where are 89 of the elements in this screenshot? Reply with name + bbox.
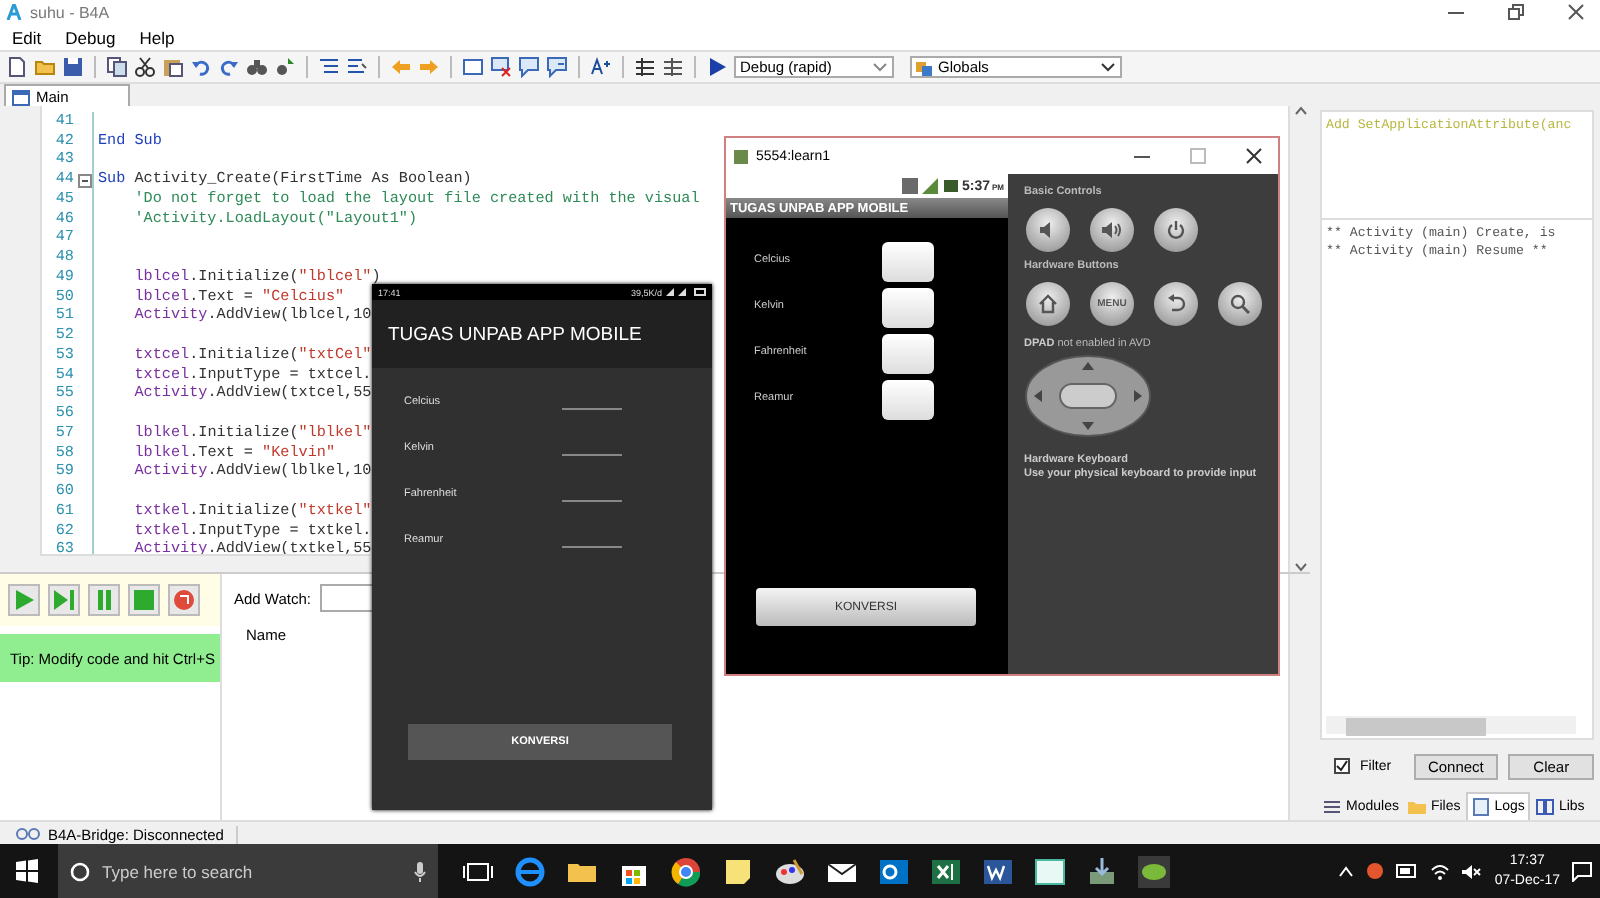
menu-item[interactable]: Edit (12, 27, 42, 47)
power-icon (1166, 220, 1186, 240)
fold-toggle-icon[interactable] (78, 173, 92, 188)
menu-item[interactable]: Help (139, 27, 175, 47)
browser-icon[interactable] (514, 855, 546, 887)
check-icon (1336, 760, 1348, 772)
paste-icon[interactable] (162, 56, 184, 78)
step-icon (54, 590, 74, 610)
app-logo-icon (6, 4, 22, 20)
battery-icon[interactable] (1396, 864, 1419, 878)
comment-lines-icon[interactable] (346, 56, 368, 78)
module-icon (916, 59, 932, 75)
caret-icon (872, 60, 888, 74)
menu-item[interactable]: Debug (65, 27, 116, 47)
indent-icon[interactable] (318, 56, 340, 78)
restart-icon (174, 590, 194, 610)
book-icon (1536, 797, 1555, 815)
cut-icon[interactable] (134, 56, 156, 78)
data-icon (901, 178, 918, 194)
app-title-bar: TUGAS UNPAB APP MOBILE (372, 300, 712, 368)
volume-up-button[interactable] (1090, 208, 1134, 252)
list-icon (1324, 797, 1342, 815)
app-tile-icon[interactable] (1034, 855, 1066, 887)
log-page-icon (1472, 798, 1491, 816)
search-button[interactable] (1218, 282, 1262, 326)
input-field[interactable] (882, 288, 934, 328)
close-icon[interactable] (1246, 148, 1262, 164)
battery-icon (941, 178, 958, 194)
download-icon[interactable] (1086, 855, 1118, 887)
emulator-app-icon (734, 149, 748, 163)
open-folder-icon[interactable] (34, 56, 56, 78)
input-field[interactable] (882, 380, 934, 420)
home-button[interactable] (1026, 282, 1070, 326)
close-icon[interactable] (1568, 4, 1584, 20)
wifi-icon[interactable] (1430, 863, 1451, 879)
bridge-icon (16, 826, 40, 842)
filter-checkbox[interactable] (1334, 758, 1350, 774)
new-file-icon[interactable] (6, 56, 28, 78)
android-device-icon[interactable] (1138, 855, 1170, 887)
home-icon (1038, 294, 1058, 314)
scrollbar-thumb[interactable] (1346, 718, 1486, 736)
back-button[interactable] (1154, 282, 1198, 326)
scroll-down-icon[interactable] (1293, 562, 1307, 572)
sticky-note-icon[interactable] (722, 855, 754, 887)
speaker-muted-icon[interactable] (1462, 863, 1483, 879)
restore-icon[interactable] (1508, 4, 1524, 20)
input-field[interactable] (882, 242, 934, 282)
input-field[interactable] (882, 334, 934, 374)
run-icon[interactable] (706, 56, 728, 78)
security-icon[interactable] (1366, 862, 1385, 880)
search-icon (70, 861, 90, 881)
caret-icon (1100, 60, 1116, 74)
paint-palette-icon[interactable] (774, 855, 806, 887)
volume-up-icon (1102, 220, 1122, 240)
back-icon (1166, 294, 1186, 314)
signal-icon (921, 178, 938, 194)
search-field[interactable]: Type here to search (58, 844, 438, 898)
search-icon (1230, 294, 1250, 314)
copy-icon[interactable] (106, 56, 128, 78)
continue-icon (14, 590, 34, 610)
breakpoint-list-icon[interactable] (634, 56, 656, 78)
stop-icon (134, 590, 154, 610)
round-browser-icon[interactable] (670, 855, 702, 887)
window-title: suhu - B4A (30, 3, 110, 21)
signal-icon (666, 288, 690, 296)
dpad-drawing (1024, 354, 1152, 438)
binoculars-icon[interactable] (246, 56, 268, 78)
battery-icon (694, 288, 706, 296)
microphone-icon[interactable] (414, 861, 426, 881)
window-icon[interactable] (462, 56, 484, 78)
breakpoint-clear-icon[interactable] (662, 56, 684, 78)
save-icon[interactable] (62, 56, 84, 78)
scroll-up-icon[interactable] (1293, 106, 1307, 116)
undo-icon[interactable] (190, 56, 212, 78)
redo-icon[interactable] (218, 56, 240, 78)
power-button[interactable] (1154, 208, 1198, 252)
chevron-up-icon[interactable] (1338, 863, 1355, 879)
folder-icon (1408, 797, 1427, 815)
volume-down-button[interactable] (1026, 208, 1070, 252)
spreadsheet-icon[interactable] (930, 855, 962, 887)
document-icon[interactable] (982, 855, 1014, 887)
mail-app-icon[interactable] (878, 855, 910, 887)
font-size-icon[interactable] (590, 56, 612, 78)
pause-icon (94, 590, 114, 610)
form-icon (12, 89, 30, 105)
notification-icon[interactable] (1572, 861, 1592, 881)
comment-bubble-icon[interactable] (518, 56, 540, 78)
restart-button[interactable] (168, 584, 200, 616)
comment-next-icon[interactable] (546, 56, 568, 78)
